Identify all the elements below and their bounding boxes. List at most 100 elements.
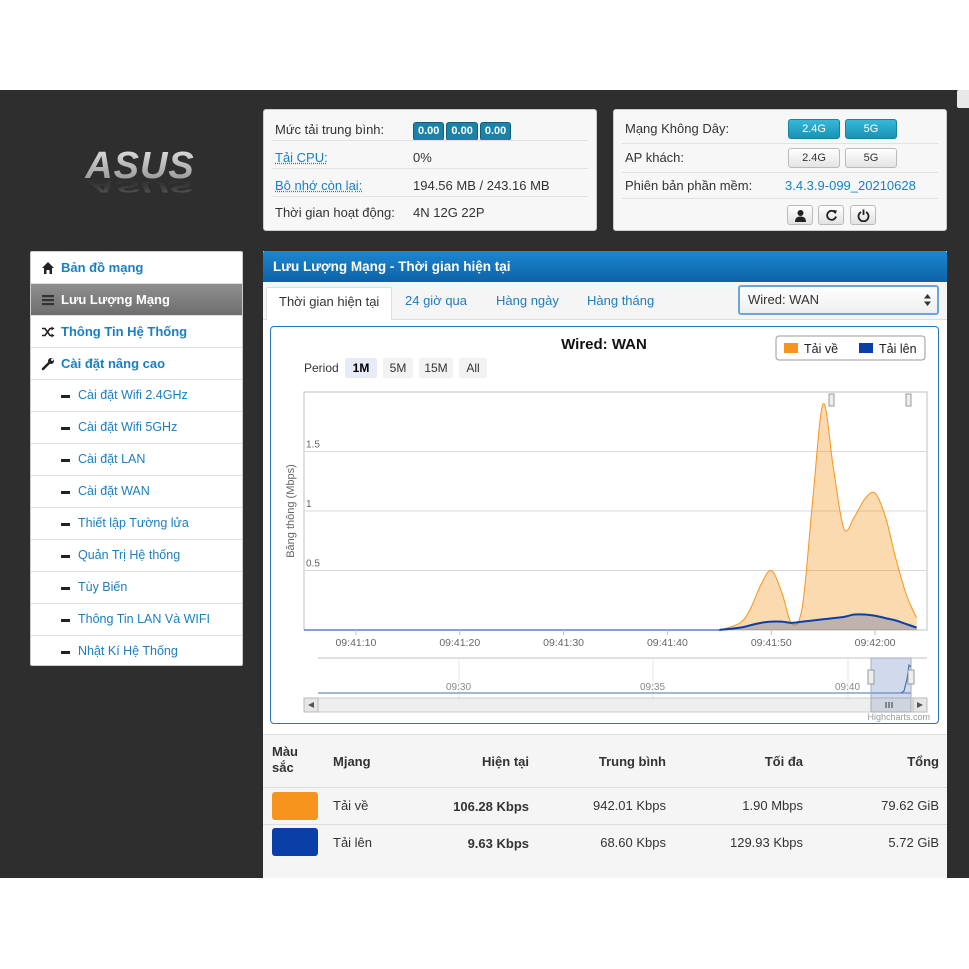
- dash-icon: [61, 619, 70, 622]
- sidebar-subitem-label: Quản Trị Hệ thống: [78, 548, 181, 562]
- dash-icon: [61, 523, 70, 526]
- zoom-handle-left[interactable]: [828, 393, 835, 407]
- sidebar-subitem-system-log[interactable]: Nhật Kí Hệ Thống: [31, 636, 242, 668]
- row-download-max: 1.90 Mbps: [742, 798, 803, 813]
- navigator-scrollbar[interactable]: [303, 697, 928, 713]
- period-1m-button[interactable]: 1M: [353, 361, 370, 375]
- tab-daily[interactable]: Hàng ngày: [496, 287, 559, 320]
- uptime-row: Thời gian hoạt động: 4N 12G 22P: [275, 203, 595, 223]
- dash-icon: [61, 491, 70, 494]
- traffic-panel: Lưu Lượng Mạng - Thời gian hiện tại Thời…: [263, 251, 947, 878]
- sidebar-subitem-label: Cài đặt LAN: [78, 452, 146, 466]
- x-tick-label: 09:42:00: [855, 637, 896, 649]
- sidebar-item-label: Cài đặt nâng cao: [61, 356, 166, 371]
- header-current: Hiện tại: [482, 754, 529, 769]
- power-icon: [857, 209, 870, 222]
- wrench-icon: [41, 358, 54, 371]
- sidebar-subitem-administration[interactable]: Quản Trị Hệ thống: [31, 540, 242, 572]
- tab-monthly[interactable]: Hàng tháng: [587, 287, 654, 320]
- user-button[interactable]: [787, 205, 813, 225]
- load-values: 0.00 0.00 0.00: [413, 120, 513, 141]
- sidebar-subitem-firewall[interactable]: Thiết lập Tường lửa: [31, 508, 242, 540]
- navigator-window[interactable]: [870, 657, 912, 699]
- period-all-button[interactable]: All: [466, 361, 479, 375]
- load-label: Mức tải trung bình:: [275, 122, 385, 137]
- memory-link[interactable]: Bộ nhớ còn lại:: [275, 176, 362, 196]
- sidebar-item-label: Bản đồ mạng: [61, 260, 144, 275]
- firmware-label: Phiên bản phần mềm:: [625, 178, 753, 193]
- zoom-handle-right[interactable]: [905, 393, 912, 407]
- guest-5g-button[interactable]: 5G: [845, 148, 897, 168]
- sidebar-item-traffic[interactable]: Lưu Lượng Mạng: [31, 284, 242, 316]
- scrollbar-handle[interactable]: [957, 90, 969, 108]
- power-button[interactable]: [850, 205, 876, 225]
- navigator-handle-left[interactable]: [867, 669, 875, 685]
- list-icon: [42, 295, 54, 306]
- sidebar-subitem-customize[interactable]: Tùy Biến: [31, 572, 242, 604]
- interface-select[interactable]: Wired: WAN: [738, 285, 939, 315]
- sidebar-menu: Bản đồ mạng Lưu Lượng Mạng Thông Tin Hệ …: [30, 251, 243, 666]
- wireless-status-panel: Mạng Không Dây: 2.4G 5G AP khách: 2.4G 5…: [613, 109, 947, 231]
- dash-icon: [61, 555, 70, 558]
- navigator-handle-right[interactable]: [907, 669, 915, 685]
- guest-ap-label: AP khách:: [625, 150, 685, 165]
- row-upload-average: 68.60 Kbps: [600, 835, 666, 850]
- sidebar-subitem-wifi-5[interactable]: Cài đặt Wifi 5GHz: [31, 412, 242, 444]
- asus-logo[interactable]: ASUS ASUS: [70, 148, 210, 198]
- highcharts-credit[interactable]: Highcharts.com: [867, 712, 930, 722]
- header-name: Mjang: [333, 754, 371, 769]
- download-color-swatch: [272, 792, 318, 820]
- memory-value: 194.56 MB / 243.16 MB: [413, 178, 550, 193]
- sidebar-subitem-lan[interactable]: Cài đặt LAN: [31, 444, 242, 476]
- sidebar-subitem-label: Thiết lập Tường lửa: [78, 516, 189, 530]
- traffic-stats-table: Màu sắc Mjang Hiện tại Trung bình Tối đa…: [263, 734, 947, 878]
- sidebar-item-system-info[interactable]: Thông Tin Hệ Thống: [31, 316, 242, 348]
- legend-label-download[interactable]: Tải về: [804, 342, 838, 356]
- wifi-2g-button[interactable]: 2.4G: [788, 119, 840, 139]
- row-download-name: Tải về: [333, 798, 369, 813]
- x-tick-label: 09:41:40: [647, 637, 688, 649]
- dash-icon: [61, 427, 70, 430]
- period-5m-button[interactable]: 5M: [390, 361, 407, 375]
- sidebar-subitem-label: Thông Tin LAN Và WIFI: [78, 612, 210, 626]
- sidebar-subitem-lan-wifi-info[interactable]: Thông Tin LAN Và WIFI: [31, 604, 242, 636]
- upload-color-swatch: [272, 828, 318, 856]
- sidebar-item-network-map[interactable]: Bản đồ mạng: [31, 252, 242, 284]
- uptime-value: 4N 12G 22P: [413, 205, 485, 220]
- svg-text:ASUS: ASUS: [86, 176, 193, 195]
- user-icon: [795, 210, 806, 222]
- cpu-link[interactable]: Tải CPU:: [275, 148, 328, 168]
- row-download-total: 79.62 GiB: [881, 798, 939, 813]
- y-axis-label: Băng thông (Mbps): [285, 464, 297, 558]
- sidebar-subitem-wifi-24[interactable]: Cài đặt Wifi 2.4GHz: [31, 380, 242, 412]
- cpu-row: Tải CPU: 0%: [275, 148, 595, 168]
- load-row: Mức tải trung bình: 0.00 0.00 0.00: [275, 120, 595, 141]
- guest-2g-button[interactable]: 2.4G: [788, 148, 840, 168]
- scrollbar-thumb[interactable]: [870, 697, 912, 713]
- tab-last-24h[interactable]: 24 giờ qua: [405, 287, 467, 320]
- refresh-button[interactable]: [818, 205, 844, 225]
- sidebar-item-advanced-settings[interactable]: Cài đặt nâng cao: [31, 348, 242, 380]
- period-15m-button[interactable]: 15M: [424, 361, 447, 375]
- sidebar-subitem-label: Cài đặt WAN: [78, 484, 150, 498]
- tab-realtime[interactable]: Thời gian hiện tại: [266, 287, 393, 320]
- dash-icon: [61, 395, 70, 398]
- legend-swatch-download: [784, 343, 798, 353]
- dash-icon: [61, 651, 70, 654]
- wifi-label: Mạng Không Dây:: [625, 121, 730, 136]
- row-upload-name: Tải lên: [333, 835, 373, 850]
- memory-row: Bộ nhớ còn lại: 194.56 MB / 243.16 MB: [275, 176, 595, 196]
- interface-select-value: Wired: WAN: [748, 292, 820, 307]
- header-total: Tổng: [907, 754, 939, 769]
- navigator-tick-label: 09:40: [835, 682, 860, 693]
- load-1min: 0.00: [413, 122, 445, 141]
- firmware-version-link[interactable]: 3.4.3.9-099_20210628: [785, 178, 916, 193]
- wifi-5g-button[interactable]: 5G: [845, 119, 897, 139]
- sidebar-item-label: Thông Tin Hệ Thống: [61, 324, 188, 339]
- navigator: 09:30 09:35 09:40: [303, 657, 928, 713]
- traffic-chart: Wired: WAN Tải về Tải lên Period 1M 5M 1…: [270, 326, 939, 724]
- x-tick-label: 09:41:20: [439, 637, 480, 649]
- legend-label-upload[interactable]: Tải lên: [879, 342, 917, 356]
- sidebar-subitem-wan[interactable]: Cài đặt WAN: [31, 476, 242, 508]
- navigator-tick-label: 09:30: [446, 682, 471, 693]
